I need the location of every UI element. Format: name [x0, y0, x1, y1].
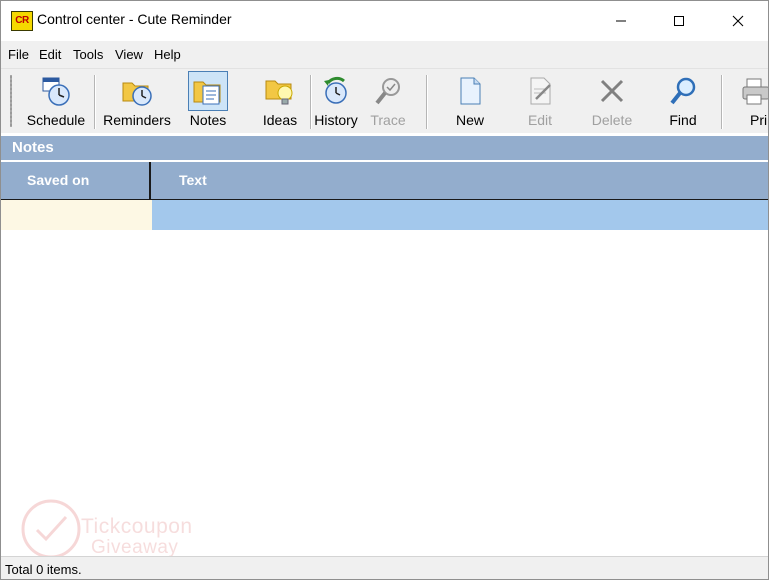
close-button[interactable] [709, 1, 767, 40]
selected-row[interactable] [1, 200, 768, 230]
delete-label: Delete [591, 112, 633, 128]
history-label: History [314, 112, 358, 128]
edit-label: Edit [527, 112, 553, 128]
trace-button[interactable]: Trace [363, 71, 413, 131]
toolbar-separator [310, 75, 312, 129]
delete-icon [595, 74, 629, 108]
history-icon [319, 74, 353, 108]
notes-button[interactable]: Notes [179, 71, 237, 131]
toolbar-separator [426, 75, 428, 129]
reminders-icon [120, 74, 154, 108]
status-bar: Total 0 items. [1, 556, 768, 579]
find-label: Find [669, 112, 697, 128]
toolbar-separator [94, 75, 96, 129]
find-button[interactable]: Find [658, 71, 708, 131]
menu-view[interactable]: View [115, 47, 143, 62]
toolbar: Schedule Reminders Notes Ideas History T… [1, 68, 768, 133]
panel-title: Notes [1, 136, 768, 160]
edit-icon [523, 74, 557, 108]
menu-edit[interactable]: Edit [39, 47, 61, 62]
selected-row-saved-cell[interactable] [1, 200, 152, 230]
trace-icon [371, 74, 405, 108]
minimize-button[interactable] [592, 1, 650, 40]
delete-button[interactable]: Delete [587, 71, 637, 131]
schedule-button[interactable]: Schedule [23, 71, 89, 131]
maximize-button[interactable] [650, 1, 708, 40]
print-button[interactable]: Pri [736, 71, 768, 131]
watermark-line1: Tickcoupon [81, 515, 193, 538]
column-text[interactable]: Text [153, 162, 207, 199]
selected-row-text-cell[interactable] [152, 200, 768, 230]
ideas-icon [263, 74, 297, 108]
edit-button[interactable]: Edit [515, 71, 565, 131]
minimize-icon [616, 20, 626, 21]
watermark-check-icon [21, 499, 81, 559]
column-saved-on[interactable]: Saved on [1, 162, 151, 199]
app-logo-icon: CR [11, 11, 33, 31]
print-label: Pri [750, 112, 768, 128]
ideas-label: Ideas [262, 112, 298, 128]
menu-tools[interactable]: Tools [73, 47, 103, 62]
reminders-label: Reminders [103, 112, 171, 128]
find-icon [666, 74, 700, 108]
title-bar[interactable]: CR Control center - Cute Reminder [1, 1, 768, 40]
close-icon [732, 15, 744, 26]
menu-help[interactable]: Help [154, 47, 181, 62]
status-text: Total 0 items. [5, 562, 82, 577]
ideas-button[interactable]: Ideas [251, 71, 309, 131]
toolbar-grip[interactable] [10, 75, 12, 127]
menu-file[interactable]: File [8, 47, 29, 62]
history-button[interactable]: History [313, 71, 359, 131]
maximize-icon [674, 15, 684, 26]
new-icon [453, 74, 487, 108]
trace-label: Trace [370, 112, 406, 128]
window-title: Control center - Cute Reminder [37, 11, 232, 27]
reminders-button[interactable]: Reminders [100, 71, 174, 131]
new-button[interactable]: New [445, 71, 495, 131]
notes-icon [188, 71, 228, 111]
schedule-icon [39, 74, 73, 108]
new-label: New [455, 112, 484, 128]
watermark: Tickcoupon Giveaway [19, 497, 219, 561]
app-window: CR Control center - Cute Reminder File E… [0, 0, 769, 580]
schedule-label: Schedule [26, 112, 86, 128]
menu-bar: File Edit Tools View Help [1, 41, 768, 68]
column-header-row: Saved on Text [1, 162, 768, 200]
print-icon [736, 74, 768, 108]
notes-label: Notes [189, 112, 227, 128]
toolbar-separator [721, 75, 723, 129]
